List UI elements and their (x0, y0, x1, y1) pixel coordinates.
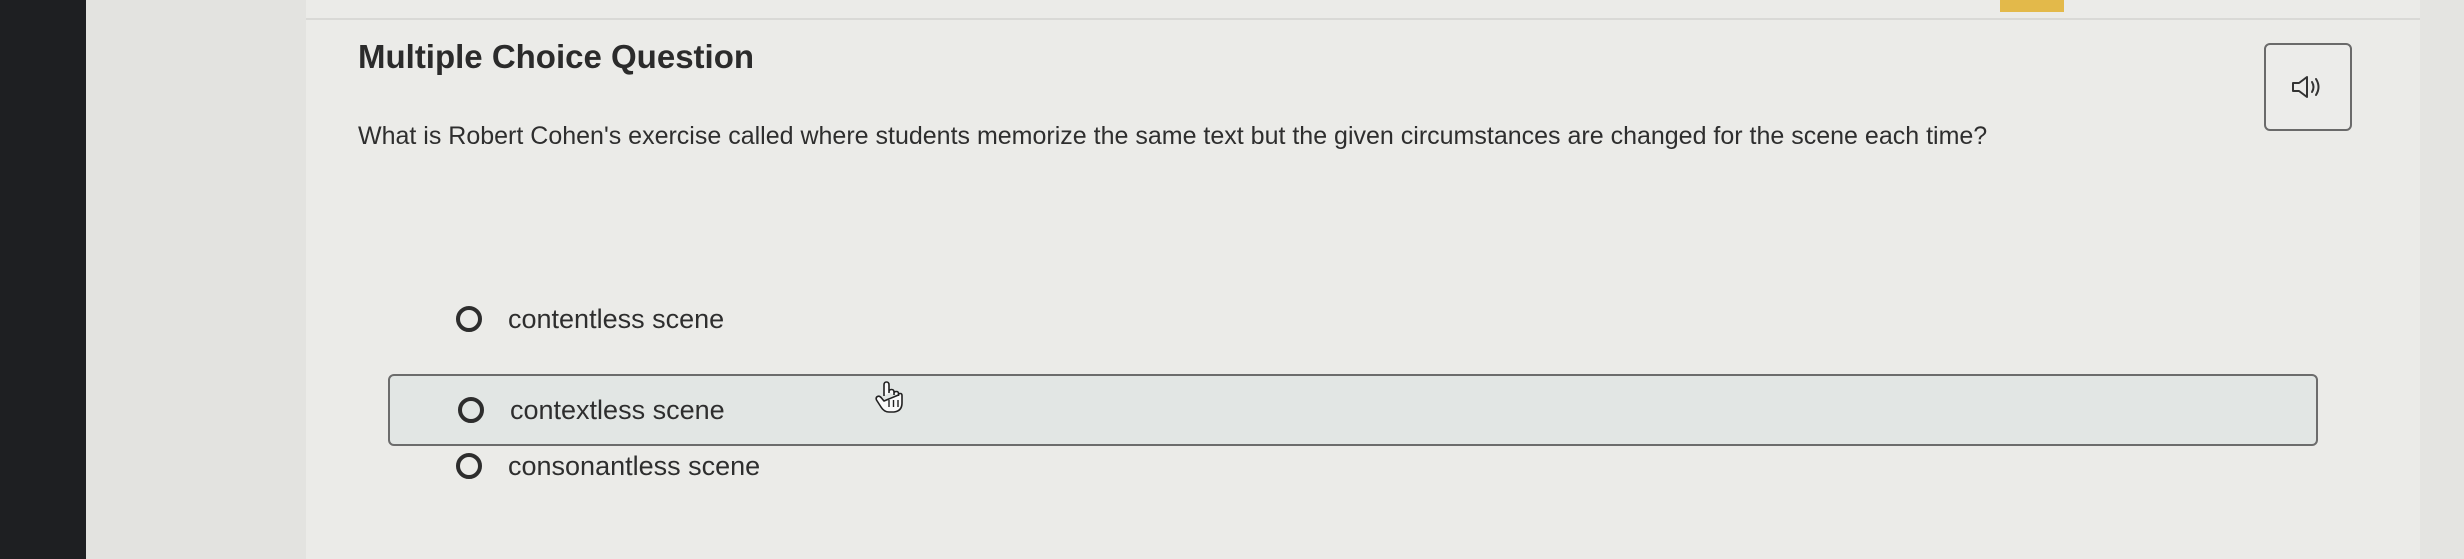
right-gutter (2420, 0, 2464, 559)
panel-divider (306, 18, 2420, 20)
radio-button-1[interactable] (456, 306, 482, 332)
radio-button-3[interactable] (456, 453, 482, 479)
hand-pointer-icon (875, 381, 903, 413)
answer-option-label: contextless scene (510, 394, 725, 425)
read-aloud-button[interactable] (2264, 43, 2352, 131)
monitor-bezel (0, 0, 86, 559)
speaker-icon (2292, 76, 2320, 98)
answer-option-label: contentless scene (508, 303, 725, 334)
answer-option-label: consonantless scene (508, 450, 761, 481)
screen: Multiple Choice Question What is Robert … (0, 0, 2464, 559)
radio-button-2[interactable] (458, 397, 484, 423)
answer-option-1[interactable]: contentless scene (388, 283, 2318, 355)
answer-option-3[interactable]: consonantless scene (388, 430, 2318, 502)
question-type-heading: Multiple Choice Question (358, 38, 755, 75)
question-prompt: What is Robert Cohen's exercise called w… (358, 122, 1988, 150)
top-accent-tab (2000, 0, 2064, 12)
left-gutter (86, 0, 306, 559)
